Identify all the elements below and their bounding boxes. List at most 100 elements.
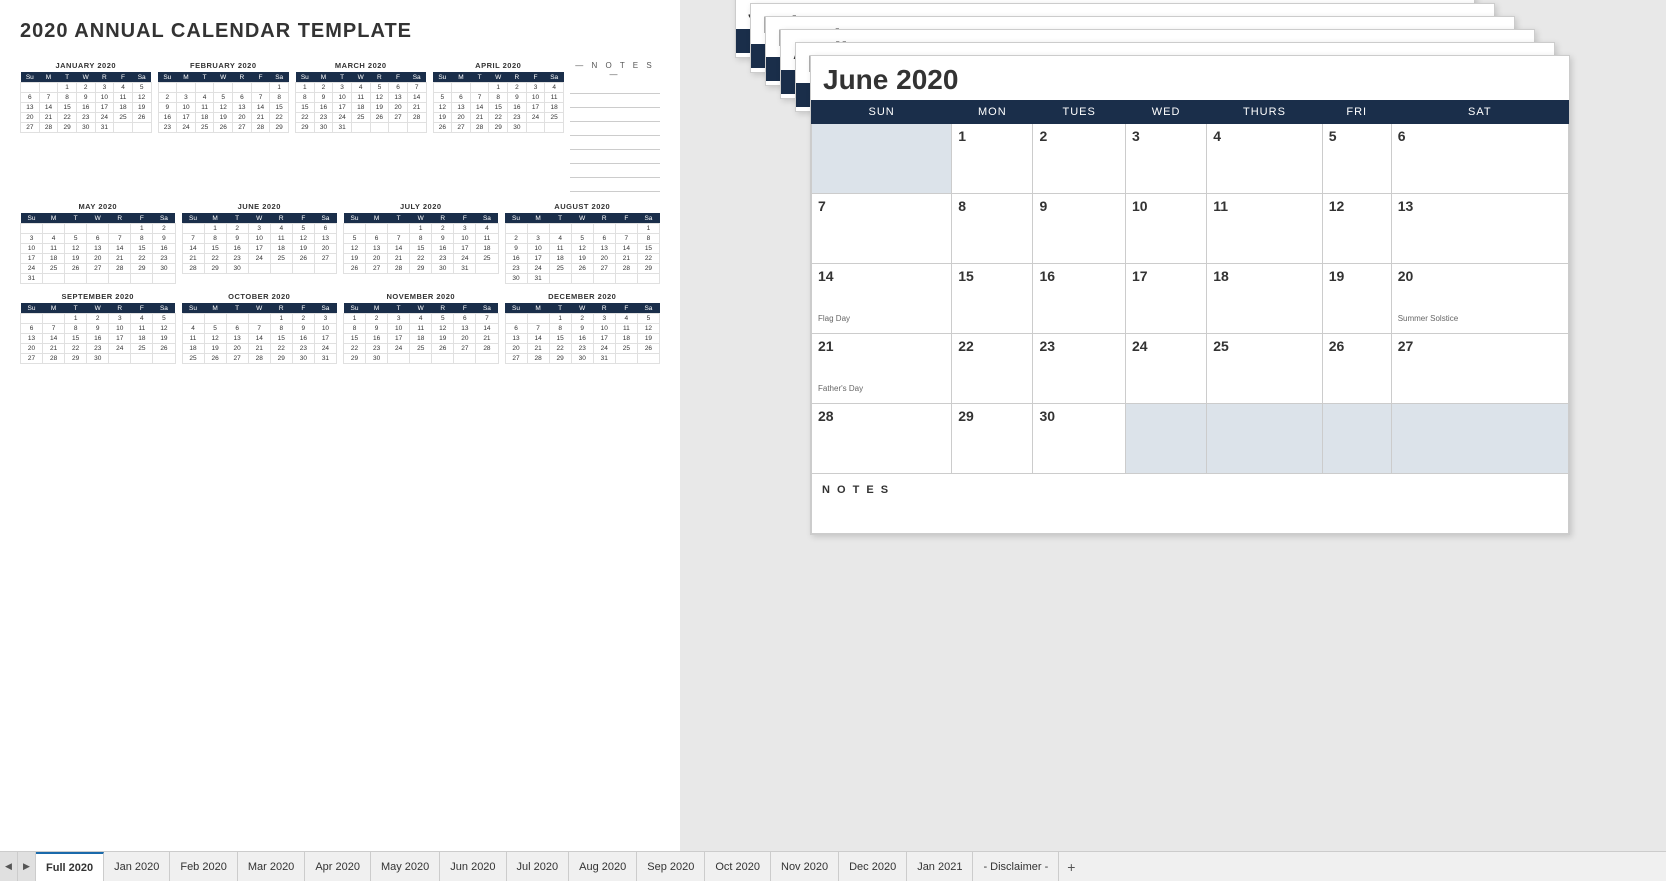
- monthly-stack: January 2020 SUNMONTUES WEDTHURSFRISAT F…: [680, 0, 1666, 851]
- table-row: 1 2 3 4 5 6: [812, 124, 1569, 194]
- inactive-cell: [1322, 404, 1391, 474]
- fathers-day-label: Father's Day: [818, 384, 945, 393]
- col-fri: FRI: [1322, 101, 1391, 124]
- tab-full-2020[interactable]: Full 2020: [36, 852, 104, 881]
- day-cell: 14Flag Day: [812, 264, 952, 334]
- mini-cal-nov: NOVEMBER 2020 SuMTWRFSa 1234567 89101112…: [343, 292, 499, 364]
- notes-row: N O T E S: [812, 474, 1569, 534]
- tab-bar: ◀ ▶ Full 2020 Jan 2020 Feb 2020 Mar 2020…: [0, 851, 1666, 881]
- tab-nov-2020[interactable]: Nov 2020: [771, 852, 839, 881]
- col-sun: SUN: [812, 101, 952, 124]
- day-cell: 9: [1033, 194, 1126, 264]
- mini-cal-aug: AUGUST 2020 SuMTWRFSa 1 2345678 91011121…: [505, 202, 661, 284]
- june-title: June 2020: [823, 64, 1557, 96]
- tab-mar-2020[interactable]: Mar 2020: [238, 852, 305, 881]
- day-cell: 5: [1322, 124, 1391, 194]
- col-mon: MON: [952, 101, 1033, 124]
- mini-cal-oct: OCTOBER 2020 SuMTWRFSa 123 45678910 1112…: [182, 292, 338, 364]
- notes-label: N O T E S: [822, 484, 890, 496]
- tab-feb-2020[interactable]: Feb 2020: [170, 852, 237, 881]
- day-cell: 26: [1322, 334, 1391, 404]
- notes-line: [570, 82, 660, 94]
- day-cell: 12: [1322, 194, 1391, 264]
- june-header: June 2020: [811, 56, 1569, 100]
- tab-may-2020[interactable]: May 2020: [371, 852, 440, 881]
- table-row: 7 8 9 10 11 12 13: [812, 194, 1569, 264]
- sheet-area: 2020 ANNUAL CALENDAR TEMPLATE JANUARY 20…: [0, 0, 1666, 851]
- tab-oct-2020[interactable]: Oct 2020: [705, 852, 771, 881]
- tab-disclaimer[interactable]: - Disclaimer -: [973, 852, 1059, 881]
- day-cell: 8: [952, 194, 1033, 264]
- notes-line: [570, 110, 660, 122]
- day-cell: 21Father's Day: [812, 334, 952, 404]
- day-cell: 22: [952, 334, 1033, 404]
- summer-solstice-label: Summer Solstice: [1398, 314, 1562, 323]
- day-cell: 25: [1207, 334, 1323, 404]
- mini-cal-dec: DECEMBER 2020 SuMTWRFSa 12345 6789101112…: [505, 292, 661, 364]
- col-tues: TUES: [1033, 101, 1126, 124]
- day-cell: 18: [1207, 264, 1323, 334]
- tab-jun-2020[interactable]: Jun 2020: [440, 852, 506, 881]
- day-cell: 29: [952, 404, 1033, 474]
- mini-cal-jan: JANUARY 2020 SuMTWRFSa 12345 6789101112 …: [20, 61, 152, 194]
- inactive-cell: [1125, 404, 1206, 474]
- day-cell: 15: [952, 264, 1033, 334]
- day-cell: 28: [812, 404, 952, 474]
- notes-line: [570, 138, 660, 150]
- day-cell: 16: [1033, 264, 1126, 334]
- day-cell: 30: [1033, 404, 1126, 474]
- inactive-cell: [812, 124, 952, 194]
- tab-apr-2020[interactable]: Apr 2020: [305, 852, 371, 881]
- col-wed: WED: [1125, 101, 1206, 124]
- inactive-cell: [1207, 404, 1323, 474]
- inactive-cell: [1391, 404, 1568, 474]
- tab-aug-2020[interactable]: Aug 2020: [569, 852, 637, 881]
- day-cell: 17: [1125, 264, 1206, 334]
- tab-nav-left[interactable]: ◀: [0, 852, 18, 881]
- notes-line: [570, 180, 660, 192]
- june-table: SUN MON TUES WED THURS FRI SAT: [811, 100, 1569, 534]
- day-cell: 13: [1391, 194, 1568, 264]
- day-cell: 11: [1207, 194, 1323, 264]
- flag-day-label: Flag Day: [818, 314, 945, 323]
- annual-view: 2020 ANNUAL CALENDAR TEMPLATE JANUARY 20…: [0, 0, 680, 851]
- tab-jul-2020[interactable]: Jul 2020: [507, 852, 570, 881]
- day-cell: 20Summer Solstice: [1391, 264, 1568, 334]
- day-cell: 1: [952, 124, 1033, 194]
- tab-add-button[interactable]: +: [1059, 859, 1083, 875]
- day-cell: 3: [1125, 124, 1206, 194]
- mini-cal-apr: APRIL 2020 SuMTWRFSa 1234 567891011 1213…: [433, 61, 565, 194]
- tab-dec-2020[interactable]: Dec 2020: [839, 852, 907, 881]
- day-cell: 7: [812, 194, 952, 264]
- col-thurs: THURS: [1207, 101, 1323, 124]
- mini-cal-jun: JUNE 2020 SuMTWRFSa 123456 78910111213 1…: [182, 202, 338, 284]
- col-sat: SAT: [1391, 101, 1568, 124]
- notes-line: [570, 152, 660, 164]
- day-cell: 19: [1322, 264, 1391, 334]
- mini-cal-mar: MARCH 2020 SuMTWRFSa 1234567 89101112131…: [295, 61, 427, 194]
- app-container: 2020 ANNUAL CALENDAR TEMPLATE JANUARY 20…: [0, 0, 1666, 881]
- notes-title: — N O T E S —: [570, 61, 660, 79]
- notes-cell: N O T E S: [812, 474, 1569, 534]
- table-row: 28 29 30: [812, 404, 1569, 474]
- mini-cal-sep: SEPTEMBER 2020 SuMTWRFSa 12345 678910111…: [20, 292, 176, 364]
- day-cell: 10: [1125, 194, 1206, 264]
- day-cell: 4: [1207, 124, 1323, 194]
- tab-nav-right[interactable]: ▶: [18, 852, 36, 881]
- june-card: June 2020 SUN MON TUES WED THURS FRI SAT: [810, 55, 1570, 535]
- tab-jan-2021[interactable]: Jan 2021: [907, 852, 973, 881]
- tab-jan-2020[interactable]: Jan 2020: [104, 852, 170, 881]
- day-cell: 2: [1033, 124, 1126, 194]
- annual-title: 2020 ANNUAL CALENDAR TEMPLATE: [20, 20, 660, 43]
- mini-cal-may: MAY 2020 SuMTWRFSa 12 3456789 1011121314…: [20, 202, 176, 284]
- mini-cal-feb: FEBRUARY 2020 SuMTWRFSa 1 2345678 910111…: [158, 61, 290, 194]
- tab-sep-2020[interactable]: Sep 2020: [637, 852, 705, 881]
- day-cell: 23: [1033, 334, 1126, 404]
- day-cell: 24: [1125, 334, 1206, 404]
- day-cell: 27: [1391, 334, 1568, 404]
- table-row: 14Flag Day 15 16 17 18 19 20Summer Solst…: [812, 264, 1569, 334]
- day-cell: 6: [1391, 124, 1568, 194]
- notes-line: [570, 124, 660, 136]
- notes-column: — N O T E S —: [570, 61, 660, 194]
- mini-cal-jul: JULY 2020 SuMTWRFSa 1234 567891011 12131…: [343, 202, 499, 284]
